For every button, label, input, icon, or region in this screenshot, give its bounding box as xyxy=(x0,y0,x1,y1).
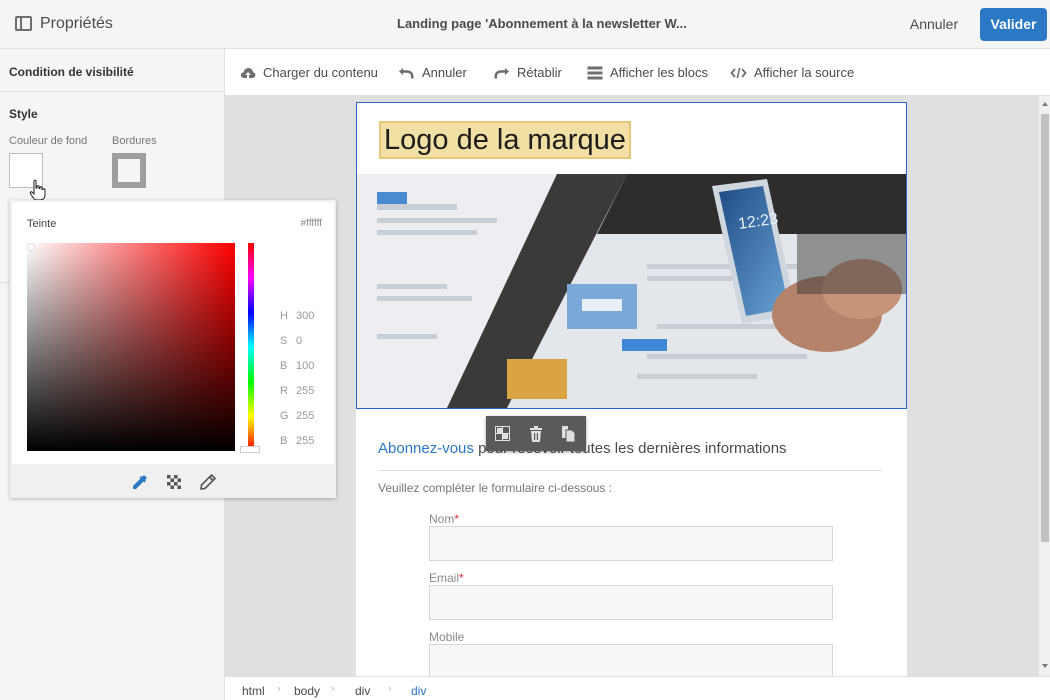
color-picker-popup: Teinte #ffffff H 300 S0 B 100 R 255 G 255 B2… xyxy=(10,200,336,498)
landing-page-preview: Logo de la marque 12:23 Abonnez-vous pou… xyxy=(356,102,907,676)
color-value-s: S0 xyxy=(280,335,303,347)
content-divider xyxy=(378,470,882,471)
subscribe-link[interactable]: Abonnez-vous xyxy=(378,440,474,457)
color-value-r: R 255 xyxy=(280,385,315,397)
breadcrumb-separator-icon: › xyxy=(277,683,281,695)
name-field[interactable] xyxy=(429,526,833,561)
blocks-icon xyxy=(587,66,603,79)
show-blocks-button[interactable]: Afficher les blocs xyxy=(587,49,708,96)
mobile-field-label: Mobile xyxy=(429,630,465,644)
color-values: H 300 S0 B 100 R 255 G 255 B 255 xyxy=(280,310,326,460)
hero-image[interactable]: 12:23 xyxy=(357,174,906,408)
show-source-button[interactable]: Afficher la source xyxy=(730,49,854,96)
hue-slider[interactable] xyxy=(248,243,254,451)
undo-label: Annuler xyxy=(422,65,467,80)
code-icon xyxy=(730,67,747,78)
hand-cursor-icon xyxy=(29,179,46,201)
border-swatch[interactable] xyxy=(112,153,146,188)
color-value-g: G 255 xyxy=(280,410,315,422)
email-field-label: Email* xyxy=(429,571,464,585)
saturation-brightness-area[interactable] xyxy=(27,243,235,451)
breadcrumb: html › body › div › div xyxy=(225,676,1050,700)
style-heading: Style xyxy=(9,107,38,121)
breadcrumb-body[interactable]: body xyxy=(294,684,320,698)
hero-tablet-illustration: 12:23 xyxy=(357,174,906,408)
color-picker-body: Teinte #ffffff H 300 S0 B 100 R 255 G 255 B2… xyxy=(12,202,334,464)
load-content-button[interactable]: Charger du contenu xyxy=(240,49,378,96)
cloud-upload-icon xyxy=(240,67,256,78)
duplicate-icon[interactable] xyxy=(552,416,585,451)
transparency-icon[interactable] xyxy=(165,473,183,491)
borders-label: Bordures xyxy=(112,135,157,147)
color-value-b: B 100 xyxy=(280,360,315,372)
redo-label: Rétablir xyxy=(517,65,562,80)
hex-value[interactable]: #ffffff xyxy=(301,218,322,229)
name-field-label: Nom* xyxy=(429,512,460,526)
color-value-blue: B 255 xyxy=(280,435,315,447)
eyedropper-icon[interactable] xyxy=(131,473,149,491)
breadcrumb-div-active[interactable]: div xyxy=(411,684,426,698)
editor-canvas: Logo de la marque 12:23 Abonnez-vous pou… xyxy=(225,96,1039,676)
undo-icon xyxy=(399,67,414,78)
canvas-scrollbar[interactable] xyxy=(1039,96,1050,676)
visibility-condition-section[interactable]: Condition de visibilité xyxy=(0,49,224,92)
background-color-label: Couleur de fond xyxy=(9,135,88,147)
redo-icon xyxy=(494,67,509,78)
properties-title: Propriétés xyxy=(40,15,113,32)
saturation-brightness-handle[interactable] xyxy=(27,243,35,251)
load-content-label: Charger du contenu xyxy=(263,65,378,80)
hue-slider-handle[interactable] xyxy=(240,446,260,453)
breadcrumb-html[interactable]: html xyxy=(242,684,265,698)
color-value-h: H 300 xyxy=(280,310,315,322)
hue-label: Teinte xyxy=(27,218,57,230)
show-blocks-label: Afficher les blocs xyxy=(610,65,709,80)
visibility-condition-label: Condition de visibilité xyxy=(9,65,134,79)
email-field[interactable] xyxy=(429,585,833,620)
pencil-icon[interactable] xyxy=(199,473,217,491)
layout-icon[interactable] xyxy=(486,416,519,451)
show-source-label: Afficher la source xyxy=(754,65,855,80)
scroll-up-icon[interactable] xyxy=(1042,102,1048,106)
breadcrumb-separator-icon: › xyxy=(388,683,392,695)
brand-logo-text[interactable]: Logo de la marque xyxy=(379,121,631,159)
undo-button[interactable]: Annuler xyxy=(398,49,467,96)
redo-button[interactable]: Rétablir xyxy=(493,49,562,96)
scrollbar-thumb[interactable] xyxy=(1041,114,1049,542)
block-floating-toolbar xyxy=(486,416,586,451)
scroll-down-icon[interactable] xyxy=(1042,664,1048,668)
form-intro-text: Veuillez compléter le formulaire ci-dess… xyxy=(378,481,613,495)
color-picker-tools xyxy=(10,466,336,496)
breadcrumb-div[interactable]: div xyxy=(355,684,370,698)
top-bar: Propriétés Landing page 'Abonnement à la… xyxy=(0,0,1050,49)
delete-icon[interactable] xyxy=(519,416,552,451)
editor-toolbar: Charger du contenu Annuler Rétablir Affi… xyxy=(225,49,1050,96)
cancel-button[interactable]: Annuler xyxy=(903,9,965,39)
breadcrumb-separator-icon: › xyxy=(331,683,335,695)
mobile-field[interactable] xyxy=(429,644,833,676)
validate-button[interactable]: Valider xyxy=(980,8,1047,41)
document-title: Landing page 'Abonnement à la newsletter… xyxy=(397,16,687,31)
properties-panel-icon[interactable] xyxy=(15,16,32,31)
